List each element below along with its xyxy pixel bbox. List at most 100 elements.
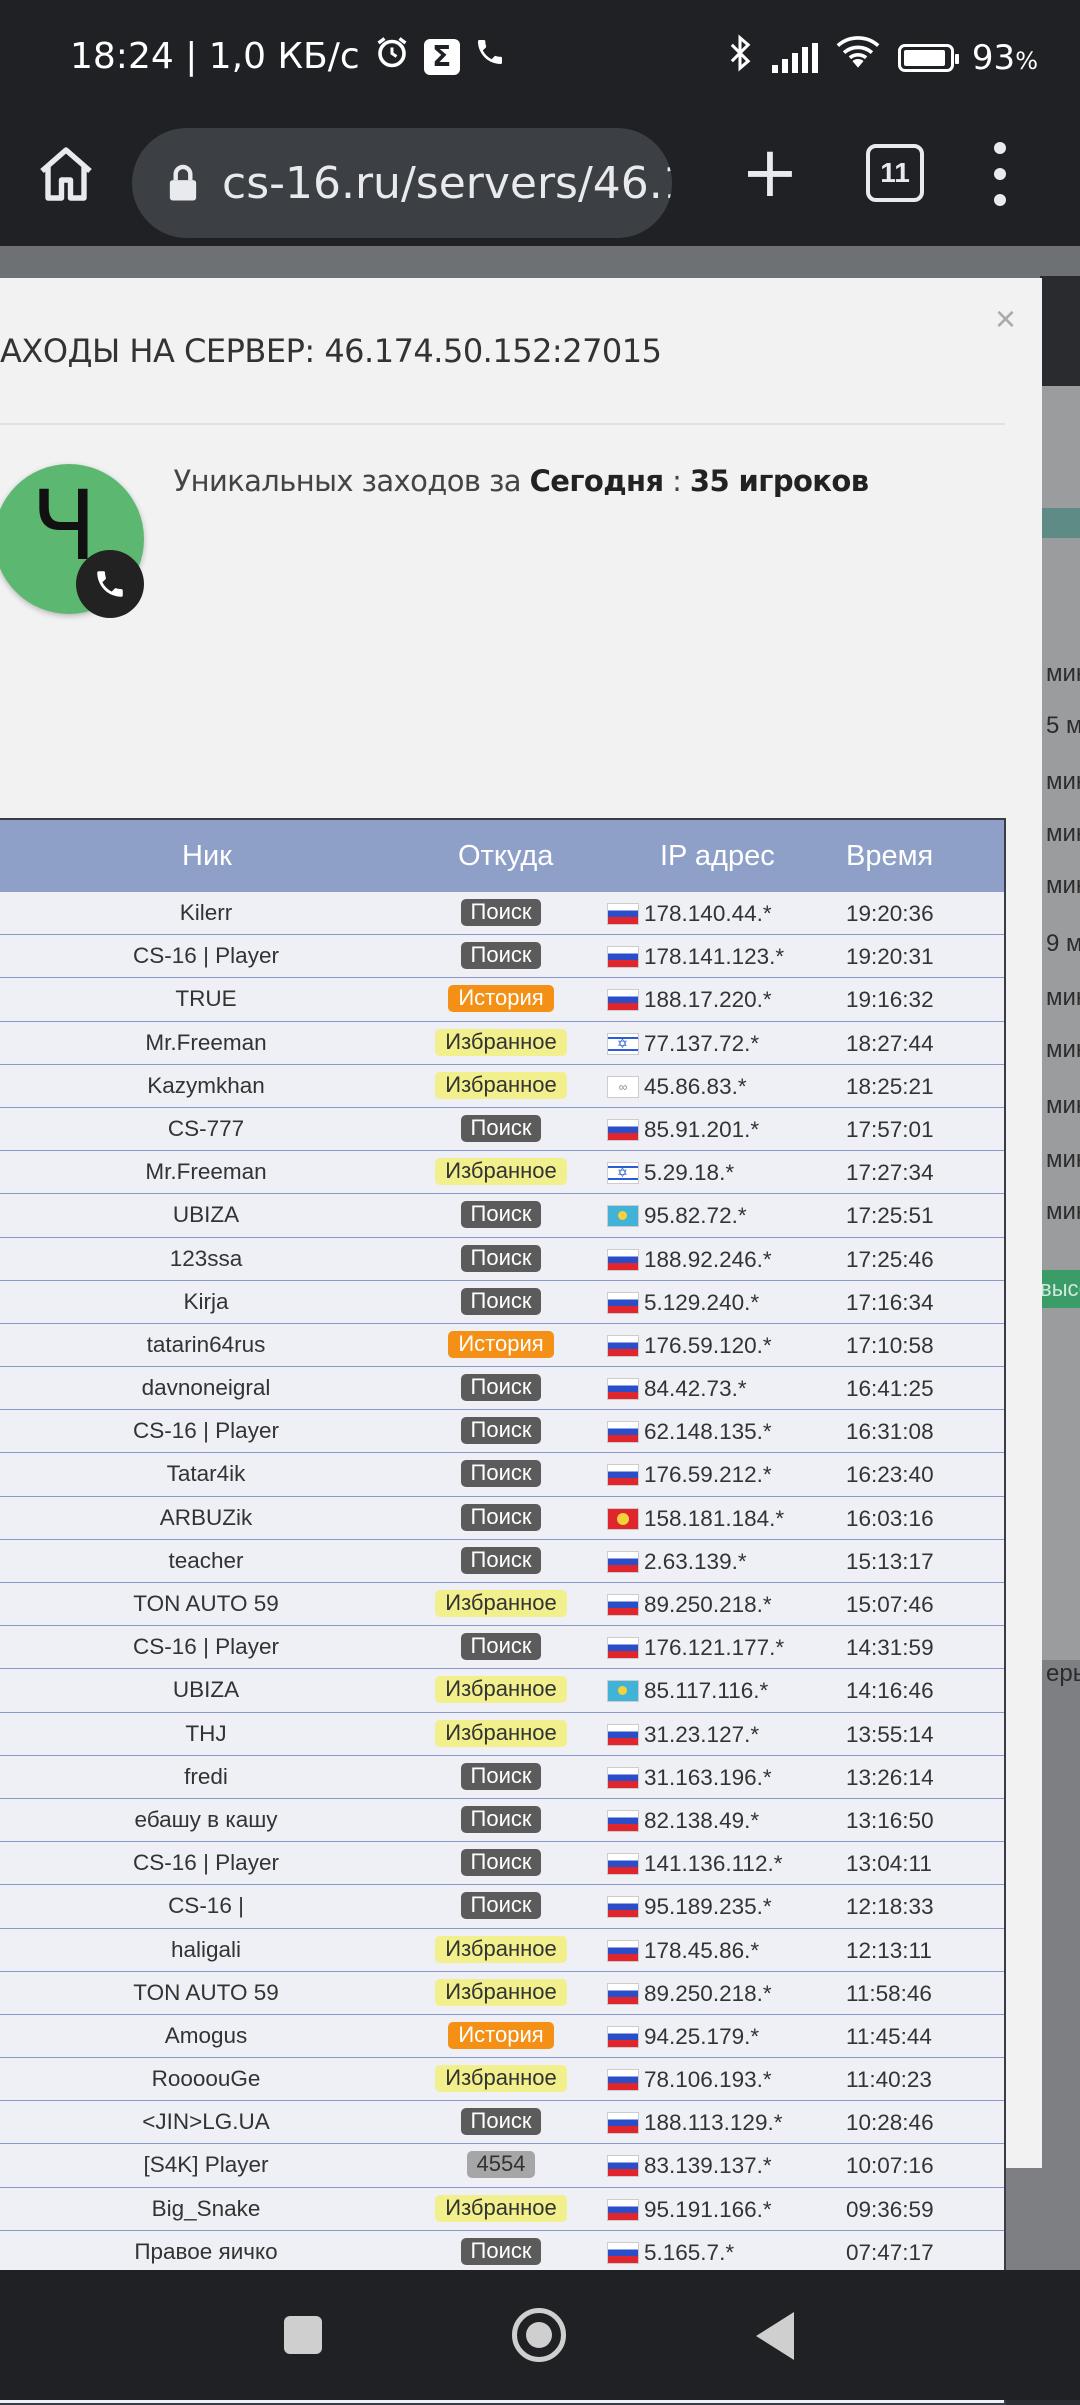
more-menu-button[interactable] — [990, 142, 1010, 206]
player-nick[interactable]: TON AUTO 59 — [0, 1591, 412, 1617]
ip-address: 77.137.72.* — [644, 1030, 760, 1056]
visits-table: Ник Откуда IP адрес Время Kilerr Поиск 178… — [0, 818, 1006, 2405]
source-badge: 4554 — [466, 2151, 536, 2179]
back-button[interactable] — [756, 2312, 794, 2360]
source-cell: Поиск — [418, 1546, 584, 1574]
player-nick[interactable]: tatarin64rus — [0, 1332, 412, 1358]
source-cell: Избранное — [418, 2194, 584, 2222]
ip-cell: 178.140.44.* — [608, 901, 772, 927]
url-bar[interactable]: cs-16.ru/servers/46.1 — [132, 128, 672, 238]
ip-address: 78.106.193.* — [644, 2067, 772, 2093]
table-row: Tatar4ik Поиск 176.59.212.* 16:23:40 — [0, 1452, 1004, 1495]
background-text: мин — [1046, 1146, 1080, 1173]
player-nick[interactable]: Kirja — [0, 1289, 412, 1315]
ip-address: 95.82.72.* — [644, 1203, 747, 1229]
flag-ru-icon — [608, 2070, 638, 2091]
player-nick[interactable]: teacher — [0, 1548, 412, 1574]
ip-cell: 84.42.73.* — [608, 1376, 747, 1402]
signal-icon — [771, 42, 818, 73]
ip-address: 45.86.83.* — [644, 1073, 747, 1099]
source-cell: Поиск — [418, 2237, 584, 2265]
player-nick[interactable]: CS-16 | Player — [0, 1418, 412, 1444]
table-row: CS-16 | Player Поиск 62.148.135.* 16:31:08 — [0, 1409, 1004, 1452]
table-row: TRUE История 188.17.220.* 19:16:32 — [0, 977, 1004, 1020]
player-nick[interactable]: Amogus — [0, 2023, 412, 2049]
ip-cell: 77.137.72.* — [608, 1031, 759, 1057]
player-nick[interactable]: davnoneigral — [0, 1375, 412, 1401]
player-nick[interactable]: Kilerr — [0, 900, 412, 926]
table-row: CS-16 | Player Поиск 178.141.123.* 19:20:31 — [0, 934, 1004, 977]
player-nick[interactable]: Правое яичко — [0, 2239, 412, 2265]
phone-icon[interactable] — [76, 550, 144, 618]
player-nick[interactable]: UBIZA — [0, 1677, 412, 1703]
player-nick[interactable]: TON AUTO 59 — [0, 1980, 412, 2006]
new-tab-button[interactable]: + — [734, 137, 806, 210]
player-nick[interactable]: CS-16 | Player — [0, 1634, 412, 1660]
ip-cell: 89.250.218.* — [608, 1592, 772, 1618]
source-cell: Поиск — [418, 2108, 584, 2136]
ip-address: 2.63.139.* — [644, 1548, 747, 1574]
table-row: CS-16 | Player Поиск 176.121.177.* 14:31:59 — [0, 1625, 1004, 1668]
ip-cell: 188.92.246.* — [608, 1247, 772, 1273]
player-nick[interactable]: CS-16 | Player — [0, 943, 412, 969]
player-nick[interactable]: [S4K] Player — [0, 2152, 412, 2178]
flag-ru-icon — [608, 947, 638, 968]
flag-ru-icon — [608, 990, 638, 1011]
table-row: Mr.Freeman Избранное 77.137.72.* 18:27:44 — [0, 1020, 1004, 1064]
ip-cell: 176.59.120.* — [608, 1333, 772, 1359]
source-badge: Поиск — [460, 1201, 542, 1229]
flag-ru-icon — [608, 904, 638, 924]
player-nick[interactable]: UBIZA — [0, 1202, 412, 1228]
source-cell: Избранное — [418, 2065, 584, 2093]
player-nick[interactable]: ARBUZik — [0, 1505, 412, 1531]
table-row: THJ Избранное 31.23.127.* 13:55:14 — [0, 1711, 1004, 1755]
player-nick[interactable]: Tatar4ik — [0, 1461, 412, 1487]
recents-button[interactable] — [284, 2316, 322, 2354]
home-button[interactable] — [30, 138, 102, 210]
ip-address: 178.140.44.* — [644, 901, 772, 926]
visit-time: 13:26:14 — [846, 1764, 934, 1790]
player-nick[interactable]: haligali — [0, 1937, 412, 1963]
status-right: 93% — [726, 34, 1038, 81]
source-cell: Поиск — [418, 1201, 584, 1229]
player-nick[interactable]: Kazymkhan — [0, 1073, 412, 1099]
ip-cell: 62.148.135.* — [608, 1419, 772, 1445]
player-nick[interactable]: RoooouGe — [0, 2066, 412, 2092]
tab-switcher-button[interactable]: 11 — [866, 144, 924, 202]
player-nick[interactable]: ебашу в кашу — [0, 1807, 412, 1833]
status-bar: 18:24 | 1,0 КБ/с Σ 93% — [0, 0, 1080, 118]
player-nick[interactable]: Big_Snake — [0, 2196, 412, 2222]
ip-cell: 95.82.72.* — [608, 1203, 747, 1229]
flag-ru-icon — [608, 1940, 638, 1961]
ip-cell: 5.29.18.* — [608, 1160, 734, 1186]
ip-address: 188.113.129.* — [644, 2110, 783, 2136]
player-nick[interactable]: <JIN>LG.UA — [0, 2109, 412, 2135]
plus-icon: + — [740, 131, 800, 213]
source-badge: Избранное — [435, 2194, 567, 2222]
player-nick[interactable]: Mr.Freeman — [0, 1159, 412, 1185]
player-nick[interactable]: CS-16 | — [0, 1893, 412, 1919]
visit-time: 17:27:34 — [846, 1160, 934, 1186]
visit-time: 19:20:36 — [846, 901, 934, 926]
player-nick[interactable]: CS-777 — [0, 1116, 412, 1142]
alarm-icon — [374, 34, 410, 79]
table-row: ебашу в кашу Поиск 82.138.49.* 13:16:50 — [0, 1797, 1004, 1841]
player-nick[interactable]: Mr.Freeman — [0, 1030, 412, 1056]
visit-time: 16:03:16 — [846, 1505, 934, 1531]
close-button[interactable]: × — [995, 298, 1016, 340]
player-nick[interactable]: 123ssa — [0, 1246, 412, 1272]
ip-address: 178.141.123.* — [644, 944, 785, 970]
player-nick[interactable]: TRUE — [0, 986, 412, 1012]
player-nick[interactable]: CS-16 | Player — [0, 1850, 412, 1876]
flag-kz-icon — [608, 1681, 638, 1702]
source-cell: Избранное — [418, 1071, 584, 1099]
bluetooth-icon — [726, 34, 754, 81]
background-text: 5 ми — [1046, 712, 1080, 739]
source-badge: Поиск — [460, 942, 542, 970]
player-nick[interactable]: THJ — [0, 1721, 412, 1747]
home-nav-button[interactable] — [512, 2308, 566, 2362]
table-row: Правое яичко Поиск 5.165.7.* 07:47:17 — [0, 2229, 1004, 2273]
ip-cell: 178.141.123.* — [608, 944, 784, 970]
player-nick[interactable]: fredi — [0, 1764, 412, 1790]
column-time: Время — [846, 840, 934, 872]
